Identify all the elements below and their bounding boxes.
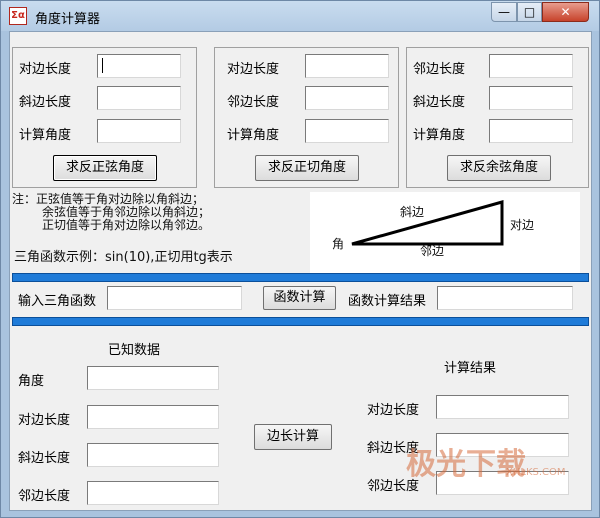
known-adjacent-input[interactable] [87,481,219,505]
triangle-diagram: 斜边 对边 邻边 角 [310,192,580,282]
known-label-opposite: 对边长度 [18,413,71,428]
angle-label: 角 [332,237,345,251]
function-calc-button[interactable]: 函数计算 [263,286,336,310]
arccos-label-3: 计算角度 [413,128,466,143]
known-angle-input[interactable] [87,366,219,390]
arctan-adjacent-input[interactable] [305,86,389,110]
arcsin-angle-output[interactable] [97,119,181,143]
arctan-angle-output[interactable] [305,119,389,143]
arctan-label-2: 邻边长度 [227,95,280,110]
known-data-heading: 已知数据 [108,343,161,358]
known-opposite-input[interactable] [87,405,219,429]
app-window: Σα 角度计算器 — □ ✕ 对边长度 斜边长度 计算角度 求反正弦角度 对边长… [0,0,600,518]
minimize-button[interactable]: — [491,2,517,22]
arccos-group: 邻边长度 斜边长度 计算角度 求反余弦角度 [406,47,589,188]
result-opposite-output[interactable] [436,395,569,419]
arcsin-label-2: 斜边长度 [19,95,72,110]
function-result-output[interactable] [437,286,573,310]
function-input[interactable] [107,286,242,310]
known-label-hypotenuse: 斜边长度 [18,451,71,466]
arcsin-hypotenuse-input[interactable] [97,86,181,110]
arccos-adjacent-input[interactable] [489,54,573,78]
app-icon: Σα [9,7,27,25]
window-title: 角度计算器 [35,12,101,27]
known-label-angle: 角度 [18,374,45,389]
arccos-button[interactable]: 求反余弦角度 [447,155,551,181]
arccos-hypotenuse-input[interactable] [489,86,573,110]
function-input-label: 输入三角函数 [18,294,97,309]
arcsin-button[interactable]: 求反正弦角度 [53,155,157,181]
arctan-label-1: 对边长度 [227,62,280,77]
arccos-label-2: 斜边长度 [413,95,466,110]
title-bar[interactable]: Σα 角度计算器 — □ ✕ [1,1,599,31]
arctan-group: 对边长度 邻边长度 计算角度 求反正切角度 [214,47,399,188]
opposite-label: 对边 [510,218,535,232]
text-caret [102,58,103,73]
example-note: 三角函数示例：sin(10),正切用tg表示 [14,250,233,265]
function-result-label: 函数计算结果 [348,294,427,309]
watermark-url: XHLKS.COM [506,467,566,478]
result-label-opposite: 对边长度 [367,403,420,418]
arcsin-group: 对边长度 斜边长度 计算角度 求反正弦角度 [12,47,197,188]
arcsin-label-3: 计算角度 [19,128,72,143]
arcsin-opposite-input[interactable] [97,54,181,78]
arctan-button[interactable]: 求反正切角度 [255,155,359,181]
separator-bar-1 [12,273,589,282]
arccos-label-1: 邻边长度 [413,62,466,77]
triangle-svg [351,200,504,246]
arccos-angle-output[interactable] [489,119,573,143]
known-hypotenuse-input[interactable] [87,443,219,467]
maximize-button[interactable]: □ [517,2,542,22]
separator-bar-2 [12,317,589,326]
adjacent-label: 邻边 [420,244,445,258]
note-line-3: 正切值等于角对边除以角邻边。 [42,218,211,232]
close-button[interactable]: ✕ [542,2,589,22]
arctan-opposite-input[interactable] [305,54,389,78]
hypotenuse-label: 斜边 [400,205,425,219]
results-heading: 计算结果 [444,361,497,376]
triangle-shape [351,200,504,246]
side-length-calc-button[interactable]: 边长计算 [254,424,332,450]
arcsin-label-1: 对边长度 [19,62,72,77]
arctan-label-3: 计算角度 [227,128,280,143]
known-label-adjacent: 邻边长度 [18,489,71,504]
